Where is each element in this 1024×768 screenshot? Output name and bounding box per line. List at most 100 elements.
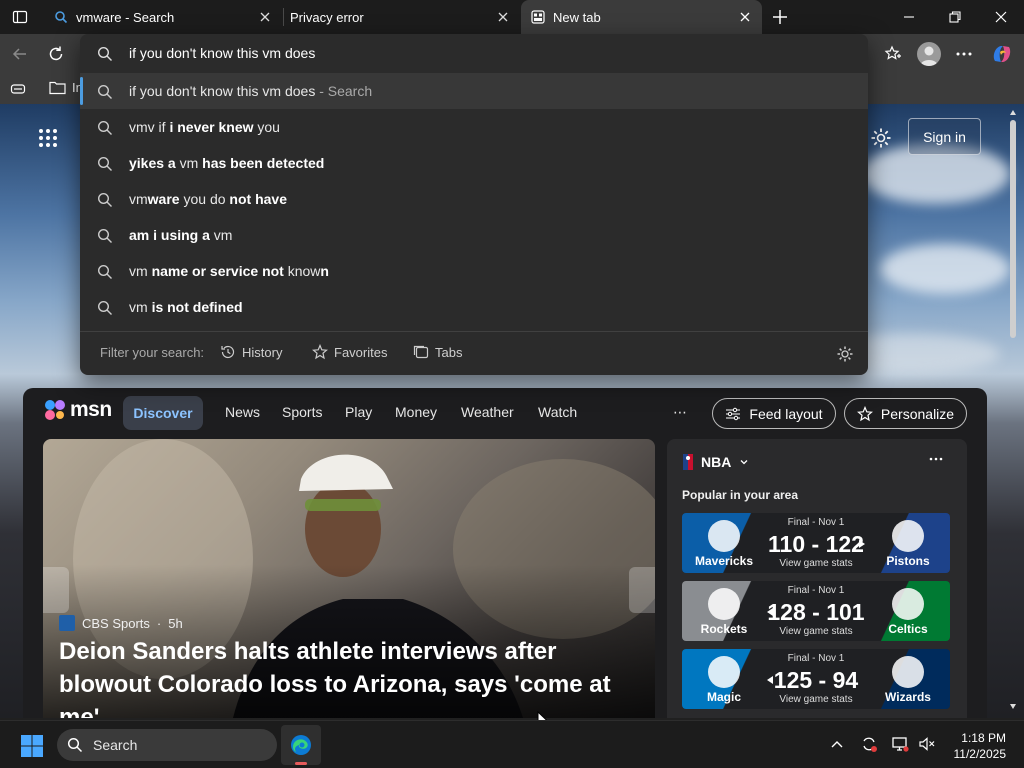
- sign-in-label: Sign in: [923, 128, 966, 145]
- suggestion-fragment: you: [253, 119, 280, 135]
- tab-title: Privacy error: [290, 9, 364, 25]
- suggestion-fragment: you do: [179, 191, 230, 207]
- nav-weather[interactable]: Weather: [461, 404, 514, 420]
- taskbar: Search 1:18 PM 11/2/2025: [0, 720, 1024, 768]
- nav-discover[interactable]: Discover: [123, 396, 203, 430]
- apps-launcher-icon[interactable]: [38, 128, 58, 148]
- tab-vmware-search[interactable]: vmware - Search: [42, 0, 282, 34]
- taskbar-search-placeholder: Search: [93, 737, 138, 753]
- tab-new-tab[interactable]: New tab: [521, 0, 762, 34]
- tab-close-icon[interactable]: [258, 10, 272, 24]
- nba-widget: NBA Popular in your area Final - Nov 1 11…: [667, 439, 967, 718]
- edge-taskbar-button[interactable]: [281, 725, 321, 765]
- tab-title: New tab: [553, 9, 601, 25]
- filter-bar: Filter your search: History Favorites Ta…: [80, 331, 868, 375]
- feed-layout-button[interactable]: Feed layout: [712, 398, 836, 429]
- filter-favorites[interactable]: Favorites: [312, 344, 387, 360]
- search-icon: [97, 156, 113, 172]
- search-suggestion[interactable]: vmware you do not have: [80, 181, 868, 217]
- favorites-folder[interactable]: In: [49, 80, 83, 95]
- refresh-button[interactable]: [47, 45, 65, 63]
- back-button[interactable]: [11, 45, 29, 63]
- tab-close-icon[interactable]: [738, 10, 752, 24]
- story-age: 5h: [168, 615, 183, 631]
- suggestion-suffix: - Search: [315, 83, 373, 99]
- new-tab-button[interactable]: [771, 8, 789, 26]
- suggestion-fragment: know: [283, 263, 321, 279]
- personalize-button[interactable]: Personalize: [844, 398, 967, 429]
- address-bar[interactable]: [80, 34, 868, 72]
- network-icon[interactable]: [891, 735, 909, 753]
- filter-tabs-label: Tabs: [435, 344, 463, 360]
- favorites-star-icon[interactable]: [884, 45, 902, 63]
- next-story-button[interactable]: [629, 567, 655, 613]
- search-suggestion[interactable]: if you don't know this vm does - Search: [80, 73, 868, 109]
- game-status: Final - Nov 1: [787, 517, 845, 528]
- prev-story-button[interactable]: [43, 567, 69, 613]
- windows-start-icon[interactable]: [20, 734, 44, 758]
- nav-watch[interactable]: Watch: [538, 404, 577, 420]
- close-window-button[interactable]: [994, 10, 1008, 24]
- page-settings-icon[interactable]: [870, 127, 892, 149]
- edge-icon: [291, 735, 311, 755]
- source-name: CBS Sports: [82, 615, 150, 631]
- search-icon: [97, 192, 113, 208]
- tab-actions-icon[interactable]: [12, 9, 28, 25]
- tab-close-icon[interactable]: [496, 10, 510, 24]
- nba-header[interactable]: NBA: [683, 454, 749, 470]
- game-card[interactable]: Final - Nov 1 128 - 101 View game stats Roc…: [682, 581, 950, 641]
- suggestion-text: am i using a vm: [129, 227, 232, 243]
- copilot-icon[interactable]: [990, 42, 1014, 66]
- nav-money[interactable]: Money: [395, 404, 437, 420]
- nav-news[interactable]: News: [225, 404, 260, 420]
- feed-layout-label: Feed layout: [749, 405, 823, 422]
- app-icon[interactable]: [10, 81, 26, 97]
- game-card[interactable]: Final - Nov 1 125 - 94 View game stats Magi…: [682, 649, 950, 709]
- filter-history[interactable]: History: [220, 344, 282, 360]
- volume-muted-icon[interactable]: [918, 735, 936, 753]
- address-input[interactable]: [129, 45, 729, 61]
- suggestion-fragment: vm: [175, 155, 203, 171]
- suggestion-fragment: vm: [129, 191, 148, 207]
- sync-status-icon[interactable]: [860, 735, 878, 753]
- chevron-down-icon: [740, 460, 748, 465]
- suggestion-fragment: v: [147, 119, 155, 135]
- team-name-right: Pistons: [886, 554, 930, 568]
- page-scrollbar[interactable]: [1007, 104, 1019, 718]
- sign-in-button[interactable]: Sign in: [908, 118, 981, 155]
- search-suggestion[interactable]: vm is not defined: [80, 289, 868, 325]
- nav-play[interactable]: Play: [345, 404, 372, 420]
- search-suggestion[interactable]: vmv if i never knew you: [80, 109, 868, 145]
- bing-search-icon: [54, 10, 68, 24]
- search-settings-icon[interactable]: [836, 345, 854, 363]
- suggestion-fragment: name or service not: [151, 263, 284, 279]
- winner-arrow-left-icon: [767, 608, 773, 616]
- nav-label: Discover: [133, 405, 193, 421]
- story-source[interactable]: CBS Sports · 5h: [59, 615, 183, 631]
- search-suggestion[interactable]: am i using a vm: [80, 217, 868, 253]
- tab-privacy-error[interactable]: Privacy error: [284, 0, 520, 34]
- nba-label: NBA: [701, 454, 732, 470]
- suggestion-text: vmware you do not have: [129, 191, 287, 207]
- search-suggestion[interactable]: yikes a vm has been detected: [80, 145, 868, 181]
- chevron-up-icon[interactable]: [830, 738, 844, 750]
- msn-logo[interactable]: msn: [43, 398, 112, 422]
- clock-time: 1:18 PM: [961, 731, 1006, 745]
- team-name-right: Celtics: [888, 622, 928, 636]
- taskbar-search-box[interactable]: Search: [57, 729, 277, 761]
- restore-button[interactable]: [948, 10, 962, 24]
- nav-more-icon[interactable]: ⋯: [673, 404, 687, 421]
- more-menu-icon[interactable]: [955, 46, 973, 62]
- game-card[interactable]: Final - Nov 1 110 - 122 View game stats Mav…: [682, 513, 950, 573]
- profile-avatar[interactable]: [917, 42, 941, 66]
- cbs-eye-icon: [59, 615, 75, 631]
- search-suggestion[interactable]: vm name or service not known: [80, 253, 868, 289]
- filter-tabs[interactable]: Tabs: [413, 344, 462, 360]
- nav-sports[interactable]: Sports: [282, 404, 322, 420]
- hero-story-card[interactable]: CBS Sports · 5h Deion Sanders halts athl…: [43, 439, 655, 718]
- hero-headline[interactable]: Deion Sanders halts athlete interviews a…: [59, 635, 649, 718]
- system-clock[interactable]: 1:18 PM 11/2/2025: [954, 730, 1007, 762]
- search-icon: [97, 264, 113, 280]
- nba-more-icon[interactable]: [929, 456, 943, 462]
- minimize-button[interactable]: [902, 10, 916, 24]
